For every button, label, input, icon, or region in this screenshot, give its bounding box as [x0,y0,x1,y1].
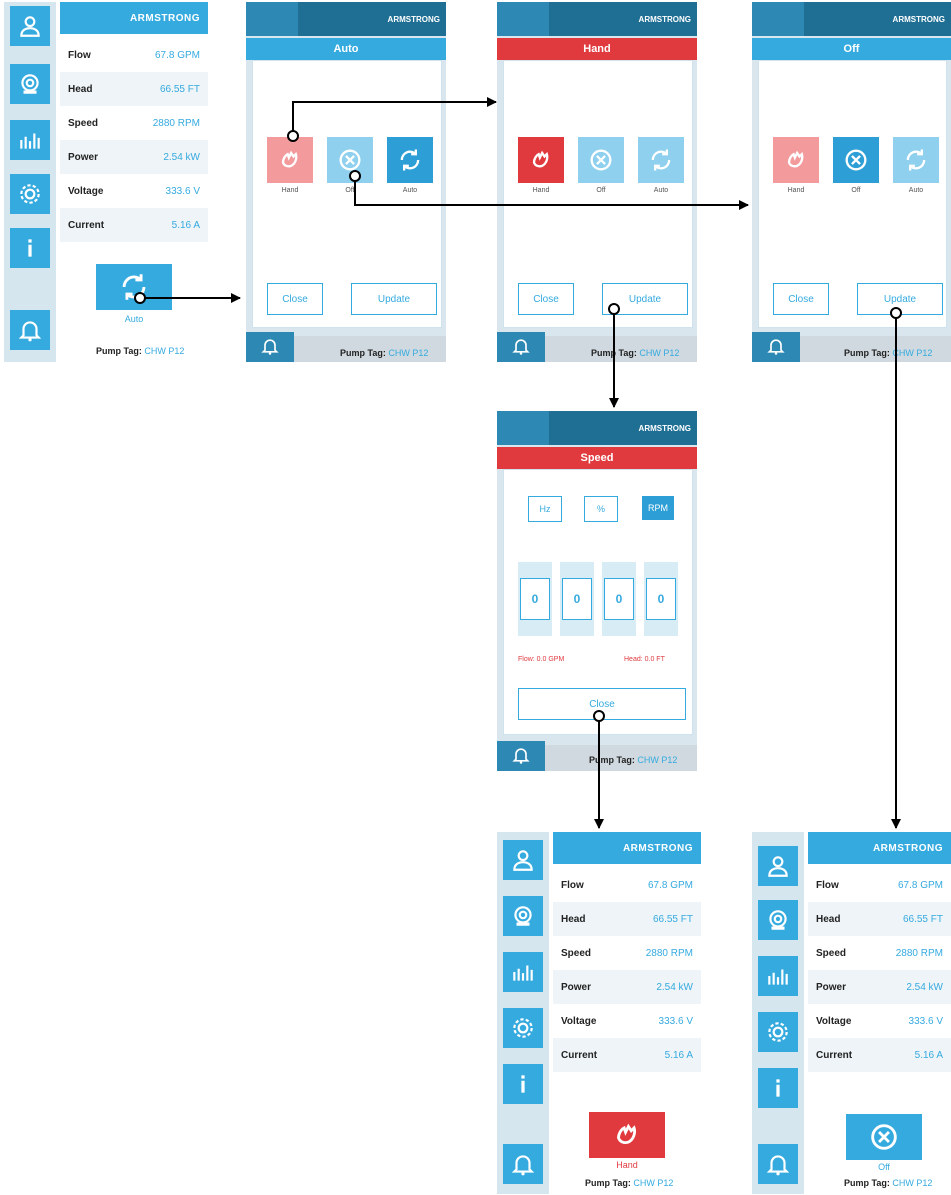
connector-dot [608,303,620,315]
connector-dot [134,292,146,304]
arrow-hand-to-hand-dialog [292,97,497,134]
arrow-off-to-off-dialog [354,178,749,210]
connector-dot [349,170,361,182]
connector-dot [890,307,902,319]
connector-dot [287,130,299,142]
flow-connectors [134,97,902,829]
connector-dot [593,710,605,722]
